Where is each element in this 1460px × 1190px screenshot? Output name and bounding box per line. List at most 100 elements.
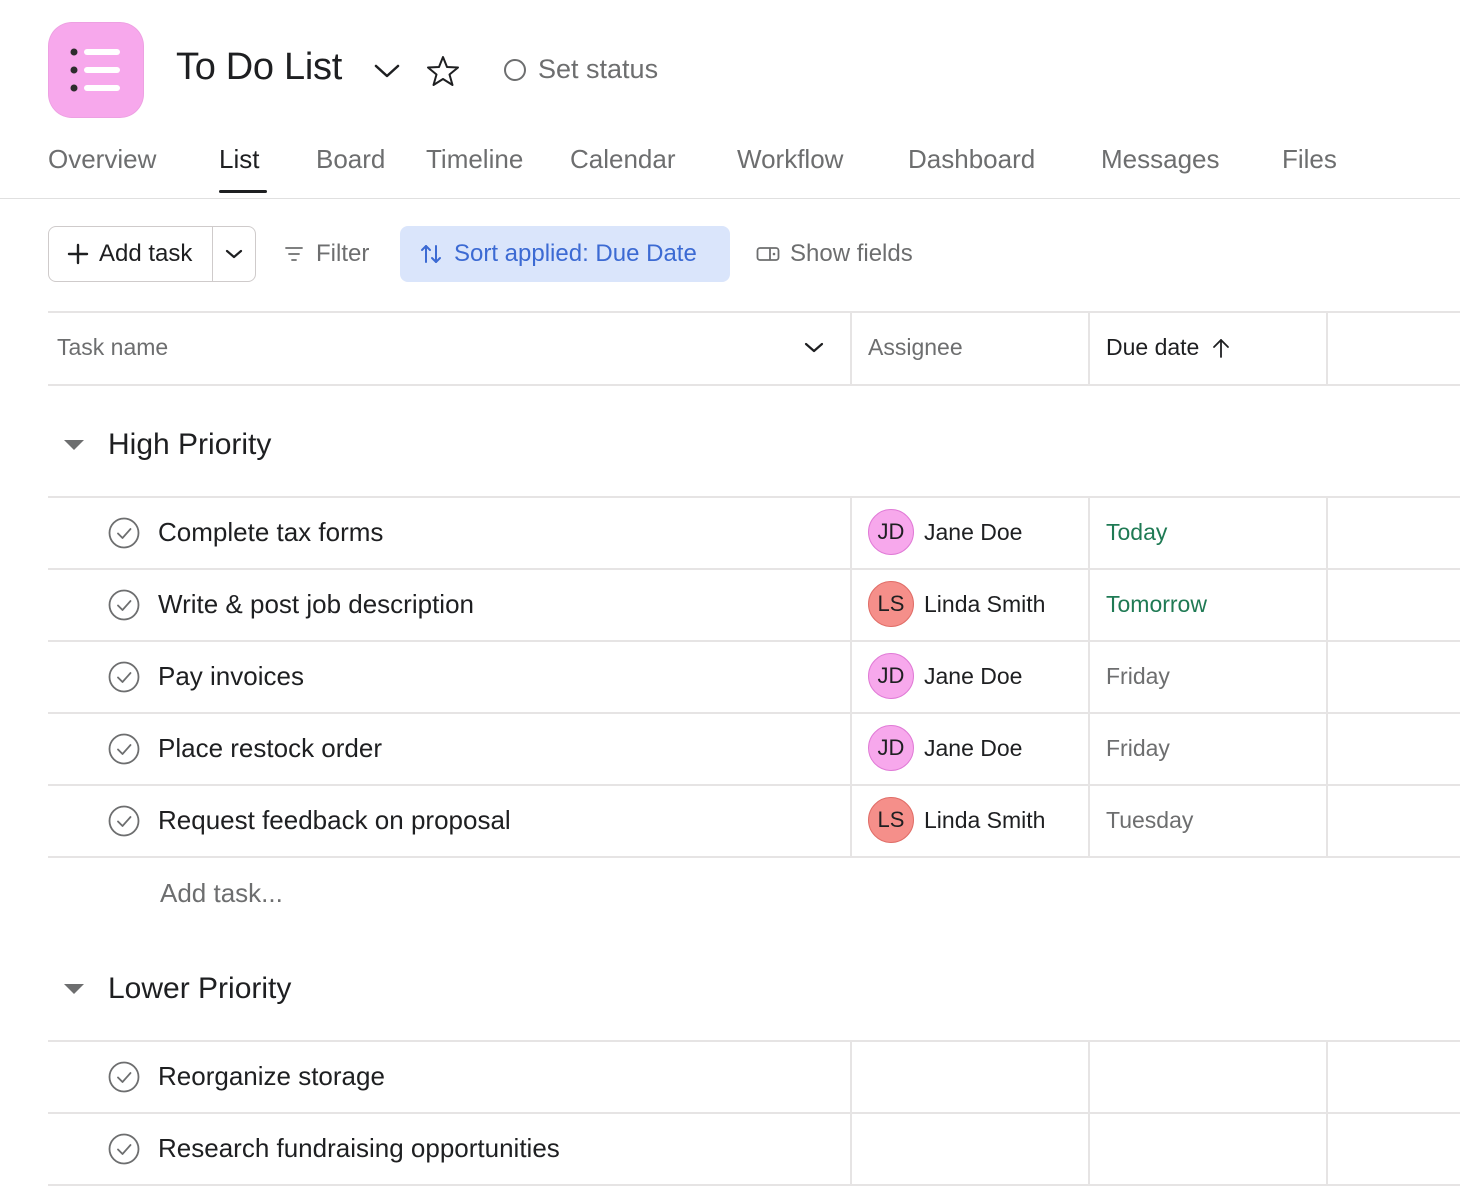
assignee-name: Linda Smith: [924, 590, 1046, 617]
assignee-cell[interactable]: JD Jane Doe: [868, 653, 1022, 699]
check-circle-icon[interactable]: [108, 1133, 140, 1165]
filter-icon: [285, 247, 303, 261]
task-name[interactable]: Request feedback on proposal: [158, 805, 511, 836]
column-divider: [1088, 1041, 1090, 1185]
avatar: JD: [868, 653, 914, 699]
task-name[interactable]: Write & post job description: [158, 589, 474, 620]
collapse-triangle-icon[interactable]: [64, 984, 84, 994]
due-date[interactable]: Today: [1106, 519, 1167, 546]
column-divider: [1326, 1041, 1328, 1185]
assignee-name: Jane Doe: [924, 518, 1023, 545]
row-divider: [48, 856, 1460, 858]
chevron-down-icon: [225, 249, 243, 259]
list-icon: [70, 48, 120, 92]
star-icon[interactable]: [426, 54, 460, 88]
due-date-header-label: Due date: [1106, 334, 1200, 360]
add-task-split-button: Add task: [48, 226, 256, 282]
section-title: Lower Priority: [108, 972, 292, 1005]
table-row[interactable]: Research fundraising opportunities: [48, 1113, 1460, 1185]
due-date[interactable]: Tomorrow: [1106, 591, 1207, 618]
due-date[interactable]: Tuesday: [1106, 807, 1193, 834]
avatar: JD: [868, 725, 914, 771]
column-header-assignee[interactable]: Assignee: [868, 334, 963, 361]
column-divider: [1088, 497, 1090, 857]
show-fields-button[interactable]: Show fields: [756, 240, 913, 268]
column-divider: [1326, 497, 1328, 857]
task-name[interactable]: Place restock order: [158, 733, 382, 764]
task-name[interactable]: Reorganize storage: [158, 1061, 385, 1092]
table-row[interactable]: Request feedback on proposal LS Linda Sm…: [48, 785, 1460, 857]
tab-timeline[interactable]: Timeline: [426, 144, 523, 175]
filter-button[interactable]: Filter: [284, 240, 369, 268]
check-circle-icon[interactable]: [108, 1061, 140, 1093]
tab-messages[interactable]: Messages: [1101, 144, 1220, 175]
add-task-dropdown[interactable]: [213, 227, 255, 281]
tab-workflow[interactable]: Workflow: [737, 144, 843, 175]
sort-icon: [421, 245, 441, 263]
column-divider: [1326, 311, 1328, 385]
column-divider: [850, 497, 852, 857]
due-date[interactable]: Friday: [1106, 735, 1170, 762]
status-circle-icon: [504, 58, 526, 81]
tab-dashboard[interactable]: Dashboard: [908, 144, 1035, 175]
set-status-label: Set status: [538, 54, 659, 84]
tab-bar: Overview List Board Timeline Calendar Wo…: [0, 130, 1460, 199]
collapse-triangle-icon[interactable]: [64, 440, 84, 450]
chevron-down-icon[interactable]: [802, 338, 826, 358]
chevron-down-icon[interactable]: [372, 58, 402, 82]
table-row[interactable]: Pay invoices JD Jane Doe Friday: [48, 641, 1460, 713]
column-divider: [850, 1041, 852, 1185]
table-row[interactable]: Complete tax forms JD Jane Doe Today: [48, 497, 1460, 569]
project-icon[interactable]: [48, 22, 144, 118]
assignee-name: Linda Smith: [924, 806, 1046, 833]
column-header-due-date[interactable]: Due date: [1106, 334, 1231, 361]
table-row[interactable]: Reorganize storage: [48, 1041, 1460, 1113]
task-name[interactable]: Complete tax forms: [158, 517, 383, 548]
table-row[interactable]: Write & post job description LS Linda Sm…: [48, 569, 1460, 641]
tab-list[interactable]: List: [219, 144, 259, 175]
assignee-name: Jane Doe: [924, 662, 1023, 689]
tab-files[interactable]: Files: [1282, 144, 1337, 175]
due-date[interactable]: Friday: [1106, 663, 1170, 690]
table-row[interactable]: Place restock order JD Jane Doe Friday: [48, 713, 1460, 785]
assignee-cell[interactable]: JD Jane Doe: [868, 509, 1022, 555]
assignee-cell[interactable]: LS Linda Smith: [868, 797, 1045, 843]
set-status-button[interactable]: Set status: [504, 54, 658, 85]
avatar: LS: [868, 797, 914, 843]
column-header-task-name[interactable]: Task name: [57, 334, 168, 361]
assignee-cell[interactable]: LS Linda Smith: [868, 581, 1045, 627]
assignee-name: Jane Doe: [924, 734, 1023, 761]
show-fields-label: Show fields: [790, 240, 913, 267]
tab-overview[interactable]: Overview: [48, 144, 156, 175]
assignee-cell[interactable]: JD Jane Doe: [868, 725, 1022, 771]
add-task-inline[interactable]: Add task...: [160, 878, 283, 909]
add-task-label: Add task: [99, 240, 193, 267]
column-divider: [850, 311, 852, 385]
check-circle-icon[interactable]: [108, 517, 140, 549]
add-task-button[interactable]: Add task: [49, 227, 213, 281]
task-name[interactable]: Research fundraising opportunities: [158, 1133, 560, 1164]
row-divider: [48, 1184, 1460, 1186]
header-bottom-border: [48, 384, 1460, 386]
section-high-priority[interactable]: High Priority: [64, 428, 271, 462]
check-circle-icon[interactable]: [108, 661, 140, 693]
active-tab-indicator: [219, 190, 267, 193]
tab-calendar[interactable]: Calendar: [570, 144, 676, 175]
arrow-up-icon: [1213, 338, 1230, 358]
check-circle-icon[interactable]: [108, 733, 140, 765]
task-name[interactable]: Pay invoices: [158, 661, 304, 692]
project-title[interactable]: To Do List: [176, 46, 342, 89]
sort-label: Sort applied: Due Date: [454, 240, 697, 267]
avatar: LS: [868, 581, 914, 627]
plus-icon: [67, 243, 89, 265]
sort-button[interactable]: Sort applied: Due Date: [400, 226, 730, 282]
fields-icon: [756, 247, 780, 261]
table-top-border: [48, 311, 1460, 313]
filter-label: Filter: [316, 240, 370, 267]
tab-board[interactable]: Board: [316, 144, 385, 175]
section-title: High Priority: [108, 428, 272, 461]
section-lower-priority[interactable]: Lower Priority: [64, 972, 291, 1006]
check-circle-icon[interactable]: [108, 589, 140, 621]
avatar: JD: [868, 509, 914, 555]
check-circle-icon[interactable]: [108, 805, 140, 837]
